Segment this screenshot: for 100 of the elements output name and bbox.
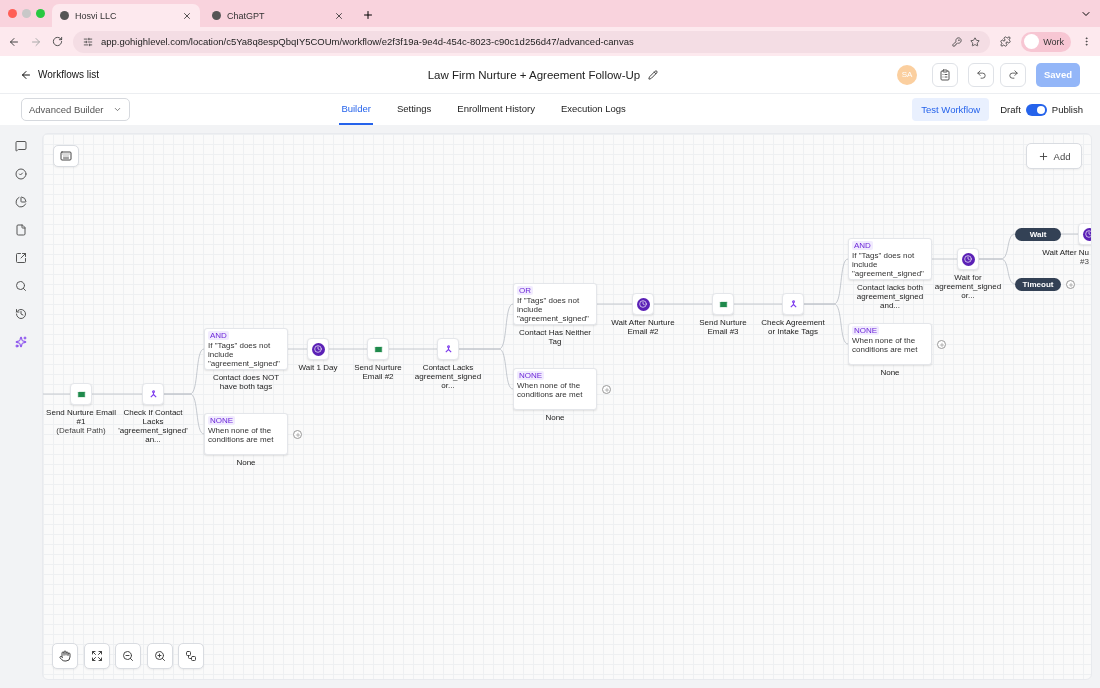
path-label[interactable]: Timeout	[1015, 278, 1061, 291]
new-tab-icon[interactable]	[362, 9, 374, 21]
test-workflow-button[interactable]: Test Workflow	[912, 98, 990, 121]
connector-line	[1060, 233, 1079, 235]
publish-label: Publish	[1051, 104, 1083, 115]
condition-card[interactable]: NONE When none of the conditions are met	[848, 323, 932, 365]
reload-icon[interactable]	[52, 36, 63, 47]
step-label: Send Nurture Email #1	[46, 408, 116, 426]
step-sublabel: #3	[1080, 257, 1089, 266]
redo-button[interactable]	[1000, 62, 1026, 87]
keyboard-button[interactable]	[53, 145, 79, 167]
chat-icon[interactable]	[15, 140, 27, 152]
step-label: Wait After Nurture Email #2	[610, 318, 676, 336]
export-icon[interactable]	[15, 252, 27, 264]
step-label: Check If Contact Lacks 'agreement_signed' an...	[118, 408, 188, 444]
extensions-icon[interactable]	[1000, 36, 1012, 47]
clock-icon	[311, 342, 325, 356]
builder-select[interactable]: Advanced Builder	[21, 98, 130, 121]
tab-title: Hosvi LLC	[75, 10, 118, 21]
bookmark-icon[interactable]	[970, 36, 981, 47]
workflow-step[interactable]	[632, 293, 654, 315]
condition-card[interactable]: AND If "Tags" does not include "agreement_signed"	[848, 238, 932, 280]
condition-card[interactable]: NONE When none of the conditions are met	[204, 413, 288, 455]
branch-icon	[788, 299, 798, 309]
condition-card[interactable]: NONE When none of the conditions are met	[513, 368, 597, 410]
nav-tab[interactable]: Enrollment History	[455, 94, 537, 125]
draft-label: Draft	[1000, 104, 1021, 115]
branch-label: None	[235, 458, 257, 467]
search-icon[interactable]	[15, 280, 27, 292]
close-window-icon[interactable]	[8, 9, 17, 18]
undo-button[interactable]	[968, 62, 994, 87]
zoom-out-icon	[122, 650, 134, 662]
workflow-step[interactable]	[957, 248, 979, 270]
condition-text: When none of the conditions are met	[517, 381, 584, 399]
browser-tab[interactable]: Hosvi LLC	[52, 4, 200, 27]
step-label: Contact Lacks agreement_signed or...	[413, 363, 483, 390]
check-icon[interactable]	[15, 168, 27, 180]
workflow-step[interactable]	[70, 383, 92, 405]
caret-icon	[113, 105, 122, 114]
workflow-title: Law Firm Nurture + Agreement Follow-Up	[427, 68, 641, 81]
publish-toggle[interactable]	[1025, 103, 1047, 116]
branch-icon	[148, 389, 158, 399]
file-icon[interactable]	[15, 224, 27, 236]
condition-type: NONE	[517, 371, 545, 380]
notes-button[interactable]	[932, 62, 958, 87]
plus-icon	[1037, 150, 1049, 162]
step-label: Wait for agreement_signed or...	[933, 273, 1003, 300]
envelope-icon	[718, 299, 728, 309]
profile-chip[interactable]: Work	[1021, 31, 1071, 52]
clipboard-icon	[939, 68, 951, 81]
nav-tab[interactable]: Settings	[394, 94, 434, 125]
condition-text: When none of the conditions are met	[208, 426, 275, 444]
workflow-step[interactable]	[712, 293, 734, 315]
workflow-step[interactable]	[307, 338, 329, 360]
close-icon[interactable]	[182, 10, 192, 21]
step-label: Wait 1 Day	[298, 363, 338, 372]
branch-icon	[443, 344, 453, 354]
add-button[interactable]: Add	[1026, 143, 1082, 169]
nav-tab[interactable]: Builder	[339, 94, 373, 125]
zoom-in-button[interactable]	[147, 643, 173, 669]
condition-card[interactable]: AND If "Tags" does not include "agreement_signed"	[204, 328, 288, 370]
condition-type: AND	[852, 241, 873, 250]
key-icon[interactable]	[952, 36, 963, 47]
browser-tab[interactable]: ChatGPT	[204, 4, 352, 27]
back-link[interactable]: Workflows list	[20, 68, 99, 81]
history-icon[interactable]	[15, 308, 27, 320]
edit-icon[interactable]	[648, 69, 659, 80]
condition-text: If "Tags" does not include "agreement_signed"	[208, 341, 281, 368]
back-icon[interactable]	[8, 35, 20, 48]
address-bar[interactable]: app.gohighlevel.com/location/c5Ya8q8espQbqIY5COUm/workflow/e2f3f19a-9e4d-454c-8023-c90c1d256d47/advanced-canvas	[73, 30, 991, 53]
branch-label: Contact lacks both agreement_signed and...	[855, 283, 925, 310]
site-settings-icon[interactable]	[83, 36, 93, 47]
nav-tab[interactable]: Execution Logs	[558, 94, 628, 125]
envelope-icon	[373, 344, 383, 354]
step-sublabel: (Default Path)	[56, 426, 106, 435]
branch-label: None	[544, 413, 566, 422]
hand-icon	[59, 650, 71, 662]
step-label: Wait After Nu	[1042, 248, 1089, 257]
condition-text: When none of the conditions are met	[852, 336, 919, 354]
zoom-out-button[interactable]	[115, 643, 141, 669]
workflow-step[interactable]	[367, 338, 389, 360]
envelope-icon	[76, 389, 86, 399]
close-icon[interactable]	[334, 10, 344, 21]
branch-label: None	[879, 368, 901, 377]
fit-view-button[interactable]	[84, 643, 110, 669]
branch-label: Contact Has Neither Tag	[518, 328, 592, 346]
auto-layout-button[interactable]	[178, 643, 204, 669]
connector-line	[91, 393, 143, 395]
sparkles-icon[interactable]	[15, 336, 27, 348]
pan-button[interactable]	[52, 643, 78, 669]
pie-chart-icon[interactable]	[15, 196, 27, 208]
connector-line	[733, 303, 783, 305]
workflow-icon	[185, 650, 197, 662]
connector-line	[43, 393, 71, 395]
keyboard-icon	[60, 150, 72, 162]
step-label: Send Nurture Email #2	[353, 363, 403, 381]
condition-card[interactable]: OR If "Tags" does not include "agreement_signed"	[513, 283, 597, 325]
path-label[interactable]: Wait	[1015, 228, 1061, 241]
tab-title: ChatGPT	[227, 10, 266, 21]
condition-text: If "Tags" does not include "agreement_signed"	[517, 296, 590, 323]
